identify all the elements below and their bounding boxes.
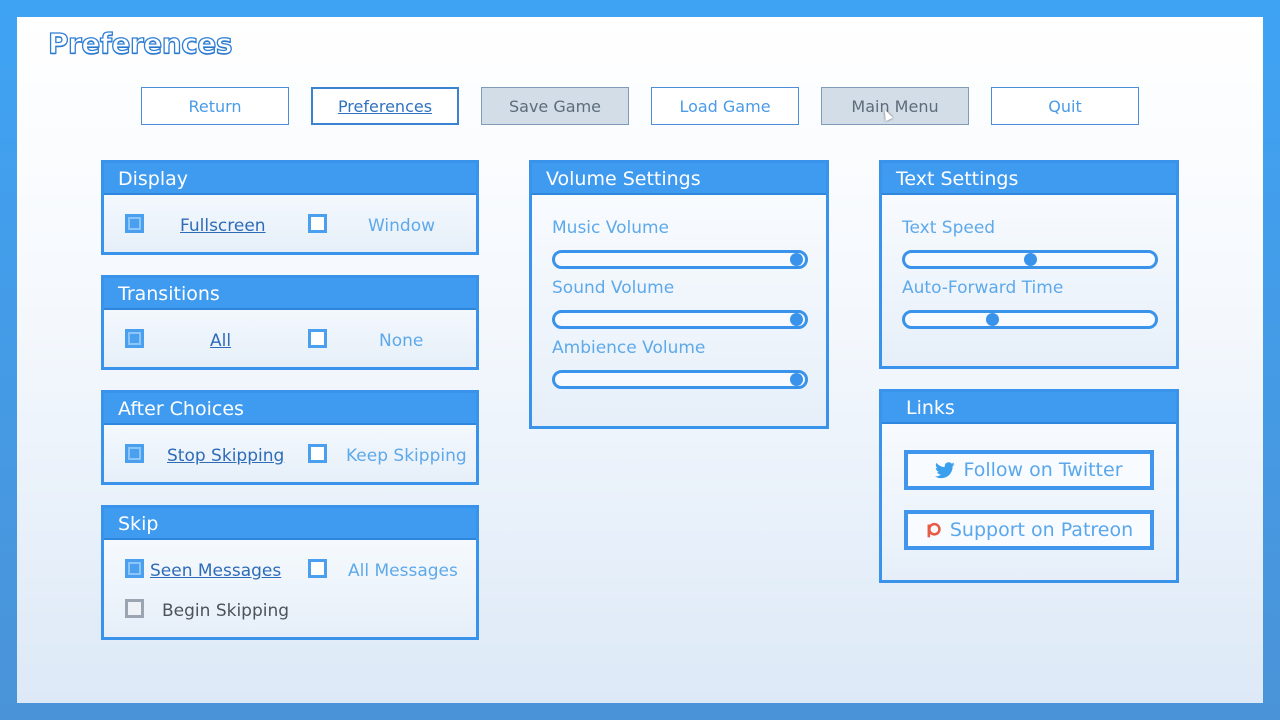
panel-title: Display xyxy=(104,163,476,195)
text-speed-slider[interactable] xyxy=(902,250,1158,269)
keep-skipping-checkbox[interactable] xyxy=(308,444,327,463)
twitter-bird-icon xyxy=(935,461,956,479)
slider-knob[interactable] xyxy=(789,313,803,326)
twitter-link-label: Follow on Twitter xyxy=(963,459,1123,481)
stop-skipping-option[interactable]: Stop Skipping xyxy=(167,446,284,466)
ambience-volume-label: Ambience Volume xyxy=(552,338,706,358)
ambience-volume-slider[interactable] xyxy=(552,370,808,389)
text-settings-panel: Text Settings Text Speed Auto-Forward Ti… xyxy=(879,160,1179,369)
transitions-none-option[interactable]: None xyxy=(379,331,423,351)
slider-knob[interactable] xyxy=(789,253,803,266)
fullscreen-option[interactable]: Fullscreen xyxy=(180,216,266,236)
fullscreen-checkbox[interactable] xyxy=(125,214,144,233)
links-panel: Links Follow on Twitter Support on Patre… xyxy=(879,389,1179,583)
begin-skipping-option[interactable]: Begin Skipping xyxy=(162,601,289,621)
begin-skipping-checkbox[interactable] xyxy=(125,599,144,618)
transitions-all-option[interactable]: All xyxy=(210,331,231,351)
panel-title: Text Settings xyxy=(882,163,1176,195)
transitions-none-checkbox[interactable] xyxy=(308,329,327,348)
all-messages-option[interactable]: All Messages xyxy=(348,561,458,581)
all-messages-checkbox[interactable] xyxy=(308,559,327,578)
music-volume-label: Music Volume xyxy=(552,218,669,238)
window-option[interactable]: Window xyxy=(368,216,435,236)
quit-button[interactable]: Quit xyxy=(991,87,1139,125)
music-volume-slider[interactable] xyxy=(552,250,808,269)
panel-title: Transitions xyxy=(104,278,476,310)
window-checkbox[interactable] xyxy=(308,214,327,233)
panel-title: Skip xyxy=(104,508,476,540)
slider-knob[interactable] xyxy=(1023,253,1037,266)
load-game-button[interactable]: Load Game xyxy=(651,87,799,125)
auto-forward-time-slider[interactable] xyxy=(902,310,1158,329)
transitions-all-checkbox[interactable] xyxy=(125,329,144,348)
save-game-button[interactable]: Save Game xyxy=(481,87,629,125)
skip-panel: Skip Seen Messages All Messages Begin Sk… xyxy=(101,505,479,640)
volume-settings-panel: Volume Settings Music Volume Sound Volum… xyxy=(529,160,829,429)
patreon-icon xyxy=(925,522,942,539)
slider-knob[interactable] xyxy=(986,313,1000,326)
follow-on-twitter-button[interactable]: Follow on Twitter xyxy=(904,450,1154,490)
support-on-patreon-button[interactable]: Support on Patreon xyxy=(904,510,1154,550)
panel-title: Volume Settings xyxy=(532,163,826,195)
after-choices-panel: After Choices Stop Skipping Keep Skippin… xyxy=(101,390,479,485)
patreon-link-label: Support on Patreon xyxy=(949,519,1134,541)
text-speed-label: Text Speed xyxy=(902,218,996,238)
seen-messages-option[interactable]: Seen Messages xyxy=(150,561,281,581)
panel-title: Links xyxy=(882,392,1176,424)
seen-messages-checkbox[interactable] xyxy=(125,559,144,578)
slider-knob[interactable] xyxy=(789,373,803,386)
sound-volume-slider[interactable] xyxy=(552,310,808,329)
page-title: Preferences xyxy=(47,26,233,60)
return-button[interactable]: Return xyxy=(141,87,289,125)
preferences-button[interactable]: Preferences xyxy=(311,87,459,125)
transitions-panel: Transitions All None xyxy=(101,275,479,370)
keep-skipping-option[interactable]: Keep Skipping xyxy=(346,446,467,466)
stop-skipping-checkbox[interactable] xyxy=(125,444,144,463)
sound-volume-label: Sound Volume xyxy=(552,278,675,298)
main-menu-button[interactable]: Main Menu xyxy=(821,87,969,125)
display-panel: Display Fullscreen Window xyxy=(101,160,479,255)
auto-forward-time-label: Auto-Forward Time xyxy=(902,278,1064,298)
panel-title: After Choices xyxy=(104,393,476,425)
